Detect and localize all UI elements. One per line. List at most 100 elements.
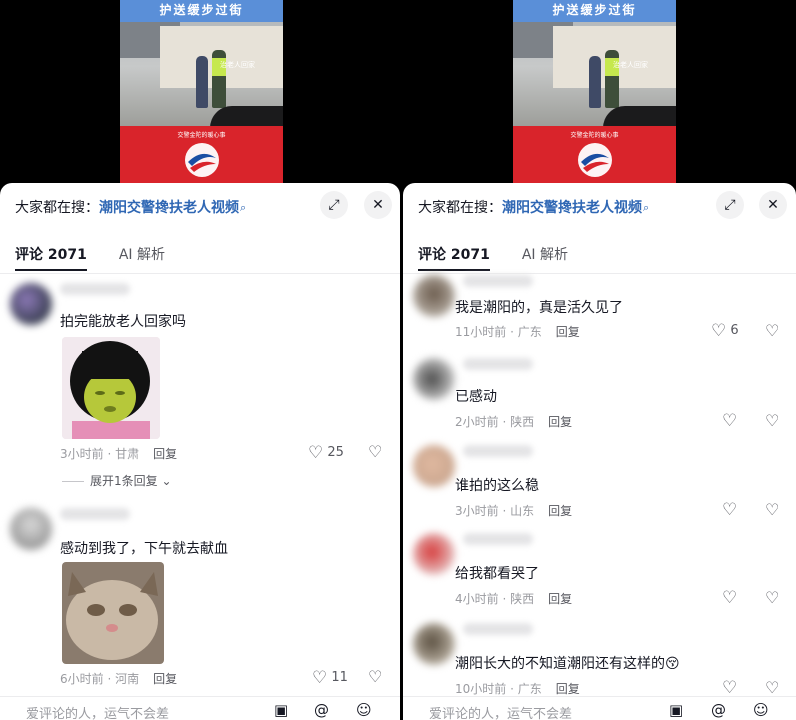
at-icon[interactable]: @ — [314, 701, 329, 719]
comment-meta: 2小时前 · 陕西 回复 — [455, 415, 573, 429]
trending-query-link[interactable]: 潮阳交警搀扶老人视频 — [502, 200, 642, 216]
chevron-down-icon: ⌄ — [157, 474, 172, 488]
video-scene: 治老人回家 — [513, 18, 676, 128]
crying-cat-image-icon — [62, 562, 164, 664]
video-banner: 交警金陀的暖心事 — [513, 126, 676, 190]
comment-text: 拍完能放老人回家吗 — [60, 314, 186, 330]
comment-sheet: 大家都在搜：潮阳交警搀扶老人视频⌕ ⤢ ✕ 评论 2071 AI 解析 我是潮阳… — [403, 183, 796, 720]
comment-input-bar[interactable]: 爱评论的人，运气不会差 ▣ @ ☺ — [0, 696, 400, 720]
comment-text: 谁拍的这么稳 — [455, 478, 539, 494]
comment-meta: 6小时前 · 河南 回复 — [60, 672, 178, 686]
broken-heart-icon[interactable]: ♡ — [765, 678, 779, 697]
comment-input[interactable]: 爱评论的人，运气不会差 — [429, 703, 572, 720]
image-icon[interactable]: ▣ — [274, 701, 288, 719]
username-blurred[interactable] — [60, 508, 130, 520]
comment-meta: 3小时前 · 山东 回复 — [455, 504, 573, 518]
heart-icon: ♡ — [711, 321, 727, 341]
broken-heart-icon[interactable]: ♡ — [368, 442, 382, 461]
comment-meta: 4小时前 · 陕西 回复 — [455, 592, 573, 606]
video-thumbnail[interactable]: 治老人回家 护送缓步过街 交警金陀的暖心事 — [513, 0, 676, 190]
reply-button[interactable]: 回复 — [556, 325, 580, 339]
like-button[interactable]: ♡ 11 — [312, 668, 348, 688]
broken-heart-icon[interactable]: ♡ — [765, 321, 779, 340]
avatar[interactable] — [10, 283, 52, 325]
username-blurred[interactable] — [60, 283, 130, 295]
reply-button[interactable]: 回复 — [548, 504, 572, 518]
comment-text: 我是潮阳的，真是活久见了 — [455, 300, 623, 316]
reply-button[interactable]: 回复 — [153, 447, 177, 461]
avatar[interactable] — [10, 508, 52, 550]
reply-button[interactable]: 回复 — [548, 415, 572, 429]
elderly-person — [589, 56, 601, 108]
cat-photo[interactable] — [62, 562, 164, 664]
broken-heart-icon[interactable]: ♡ — [765, 500, 779, 519]
like-button[interactable]: ♡ — [722, 678, 737, 698]
video-caption: 护送缓步过街 — [513, 0, 676, 22]
heart-icon: ♡ — [722, 411, 738, 431]
comment-input[interactable]: 爱评论的人，运气不会差 — [26, 703, 169, 720]
left-screenshot: 治老人回家 护送缓步过街 交警金陀的暖心事 大家都在搜：潮阳交警搀扶老人视频⌕ … — [0, 0, 400, 720]
search-icon: ⌕ — [240, 201, 247, 214]
trending-query-link[interactable]: 潮阳交警搀扶老人视频 — [99, 200, 239, 216]
comment-tabs: 评论 2071 AI 解析 — [418, 245, 568, 269]
comment-input-bar[interactable]: 爱评论的人，运气不会差 ▣ @ ☺ — [403, 696, 796, 720]
close-icon[interactable]: ✕ — [759, 191, 787, 219]
sticker-image[interactable] — [62, 337, 160, 439]
reply-button[interactable]: 回复 — [556, 682, 580, 696]
trending-search[interactable]: 大家都在搜：潮阳交警搀扶老人视频⌕ — [15, 197, 320, 219]
image-icon[interactable]: ▣ — [669, 701, 683, 719]
username-blurred[interactable] — [463, 445, 533, 457]
avatar[interactable] — [413, 623, 455, 665]
tab-ai-analysis[interactable]: AI 解析 — [522, 245, 568, 269]
emoji-icon[interactable]: ☺ — [356, 701, 372, 719]
broken-heart-icon[interactable]: ♡ — [765, 411, 779, 430]
broken-heart-icon[interactable]: ♡ — [368, 667, 382, 686]
comment-sheet: 大家都在搜：潮阳交警搀扶老人视频⌕ ⤢ ✕ 评论 2071 AI 解析 拍完能放… — [0, 183, 400, 720]
video-banner: 交警金陀的暖心事 — [120, 126, 283, 190]
video-overlay-text: 治老人回家 — [220, 61, 255, 69]
video-scene: 治老人回家 — [120, 18, 283, 128]
comment-meta: 10小时前 · 广东 回复 — [455, 682, 580, 696]
tab-comments[interactable]: 评论 2071 — [418, 245, 490, 269]
expand-replies-button[interactable]: 展开1条回复 ⌄ — [62, 472, 172, 489]
heart-icon: ♡ — [722, 500, 738, 520]
comment-text: 潮阳长大的不知道潮阳还有这样的😚 — [455, 656, 680, 672]
close-icon[interactable]: ✕ — [364, 191, 392, 219]
reply-button[interactable]: 回复 — [548, 592, 572, 606]
emoji-icon[interactable]: ☺ — [753, 701, 769, 719]
comment-text: 给我都看哭了 — [455, 566, 539, 582]
tab-ai-analysis[interactable]: AI 解析 — [119, 245, 165, 269]
like-button[interactable]: ♡ — [722, 500, 737, 520]
heart-icon: ♡ — [308, 443, 324, 463]
like-button[interactable]: ♡ 25 — [308, 443, 344, 463]
video-caption: 护送缓步过街 — [120, 0, 283, 22]
expand-icon[interactable]: ⤢ — [716, 191, 744, 219]
comment-text: 感动到我了，下午就去献血 — [60, 541, 228, 557]
comment-text: 已感动 — [455, 389, 497, 405]
username-blurred[interactable] — [463, 358, 533, 370]
cartoon-girl-sticker-icon — [62, 337, 160, 439]
broken-heart-icon[interactable]: ♡ — [765, 588, 779, 607]
right-screenshot: 治老人回家 护送缓步过街 交警金陀的暖心事 大家都在搜：潮阳交警搀扶老人视频⌕ … — [403, 0, 796, 720]
like-button[interactable]: ♡ 6 — [711, 321, 739, 341]
search-icon: ⌕ — [643, 201, 650, 214]
video-thumbnail[interactable]: 治老人回家 护送缓步过街 交警金陀的暖心事 — [120, 0, 283, 190]
expand-icon[interactable]: ⤢ — [320, 191, 348, 219]
avatar[interactable] — [413, 533, 455, 575]
heart-icon: ♡ — [722, 588, 738, 608]
news-logo-icon — [578, 143, 612, 177]
tab-comments[interactable]: 评论 2071 — [15, 245, 87, 269]
like-button[interactable]: ♡ — [722, 411, 737, 431]
username-blurred[interactable] — [463, 533, 533, 545]
avatar[interactable] — [413, 275, 455, 317]
like-button[interactable]: ♡ — [722, 588, 737, 608]
news-logo-icon — [185, 143, 219, 177]
avatar[interactable] — [413, 358, 455, 400]
reply-button[interactable]: 回复 — [153, 672, 177, 686]
at-icon[interactable]: @ — [711, 701, 726, 719]
trending-search[interactable]: 大家都在搜：潮阳交警搀扶老人视频⌕ — [418, 197, 716, 219]
heart-icon: ♡ — [722, 678, 738, 698]
avatar[interactable] — [413, 445, 455, 487]
username-blurred[interactable] — [463, 623, 533, 635]
username-blurred[interactable] — [463, 275, 533, 287]
